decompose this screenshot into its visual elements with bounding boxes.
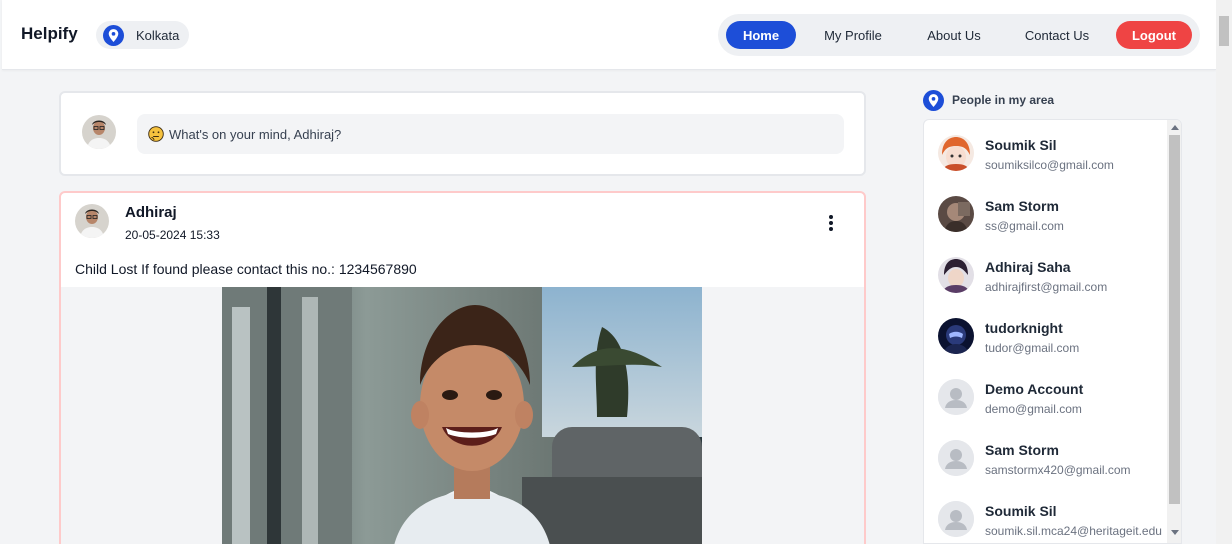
- list-item[interactable]: Adhiraj Saha adhirajfirst@gmail.com: [924, 242, 1167, 303]
- default-avatar-icon: [938, 501, 974, 537]
- post-media: [61, 287, 864, 544]
- person-name: Soumik Sil: [985, 503, 1057, 519]
- post-body-text: Child Lost If found please contact this …: [75, 261, 417, 277]
- location-label: Kolkata: [136, 27, 180, 43]
- nav-contact-us-link[interactable]: Contact Us: [1020, 21, 1094, 49]
- thinking-emoji-icon: [148, 126, 164, 142]
- logout-button[interactable]: Logout: [1116, 21, 1192, 49]
- list-item[interactable]: Demo Account demo@gmail.com: [924, 364, 1167, 425]
- person-email: soumiksilco@gmail.com: [985, 158, 1114, 172]
- nav-my-profile-link[interactable]: My Profile: [816, 21, 890, 49]
- list-item[interactable]: Sam Storm ss@gmail.com: [924, 181, 1167, 242]
- post-timestamp: 20-05-2024 15:33: [125, 228, 220, 242]
- person-email: ss@gmail.com: [985, 219, 1064, 233]
- user-avatar[interactable]: [82, 115, 116, 149]
- main-nav: Home My Profile About Us Contact Us Logo…: [718, 14, 1200, 56]
- location-pin-icon: [103, 24, 124, 46]
- list-item[interactable]: Soumik Sil soumiksilco@gmail.com: [924, 120, 1167, 181]
- person-name: tudorknight: [985, 320, 1063, 336]
- person-name: Demo Account: [985, 381, 1084, 397]
- post-composer: What's on your mind, Adhiraj?: [59, 91, 866, 176]
- scroll-down-arrow-icon[interactable]: [1171, 530, 1179, 535]
- person-name: Soumik Sil: [985, 137, 1057, 153]
- people-in-area-header: People in my area: [923, 89, 1054, 111]
- brand-logo[interactable]: Helpify: [21, 24, 78, 44]
- nav-about-us-link[interactable]: About Us: [920, 21, 988, 49]
- person-email: soumik.sil.mca24@heritageit.edu: [985, 524, 1162, 538]
- list-item[interactable]: Sam Storm samstormx420@gmail.com: [924, 425, 1167, 486]
- post-author-name[interactable]: Adhiraj: [125, 204, 177, 221]
- people-list-scrollbar-thumb[interactable]: [1169, 135, 1180, 504]
- default-avatar-icon: [938, 440, 974, 476]
- default-avatar-icon: [938, 379, 974, 415]
- post-card: Adhiraj 20-05-2024 15:33 Child Lost If f…: [59, 191, 866, 544]
- more-options-icon[interactable]: [821, 211, 841, 235]
- whats-on-your-mind-input[interactable]: What's on your mind, Adhiraj?: [137, 114, 844, 154]
- avatar: [938, 318, 974, 354]
- list-item[interactable]: Soumik Sil soumik.sil.mca24@heritageit.e…: [924, 486, 1167, 543]
- person-email: adhirajfirst@gmail.com: [985, 280, 1108, 294]
- person-name: Sam Storm: [985, 442, 1059, 458]
- location-chip[interactable]: Kolkata: [96, 21, 189, 49]
- scroll-up-arrow-icon[interactable]: [1171, 125, 1179, 130]
- page-scrollbar[interactable]: [1216, 0, 1232, 544]
- people-list-scrollbar[interactable]: [1167, 120, 1181, 543]
- page-scrollbar-thumb[interactable]: [1219, 16, 1229, 46]
- post-author-avatar[interactable]: [75, 204, 109, 238]
- people-list: Soumik Sil soumiksilco@gmail.com Sam Sto…: [923, 119, 1182, 544]
- person-name: Sam Storm: [985, 198, 1059, 214]
- nav-home-button[interactable]: Home: [726, 21, 796, 49]
- person-email: samstormx420@gmail.com: [985, 463, 1131, 477]
- list-item[interactable]: tudorknight tudor@gmail.com: [924, 303, 1167, 364]
- post-image[interactable]: [222, 287, 702, 544]
- avatar: [938, 196, 974, 232]
- person-name: Adhiraj Saha: [985, 259, 1071, 275]
- people-in-area-title: People in my area: [952, 93, 1055, 107]
- person-email: tudor@gmail.com: [985, 341, 1080, 355]
- avatar: [938, 135, 974, 171]
- avatar: [938, 257, 974, 293]
- person-email: demo@gmail.com: [985, 402, 1082, 416]
- location-pin-icon: [923, 89, 944, 111]
- composer-placeholder: What's on your mind, Adhiraj?: [169, 126, 342, 142]
- top-navbar: Helpify Kolkata Home My Profile About Us…: [2, 0, 1216, 70]
